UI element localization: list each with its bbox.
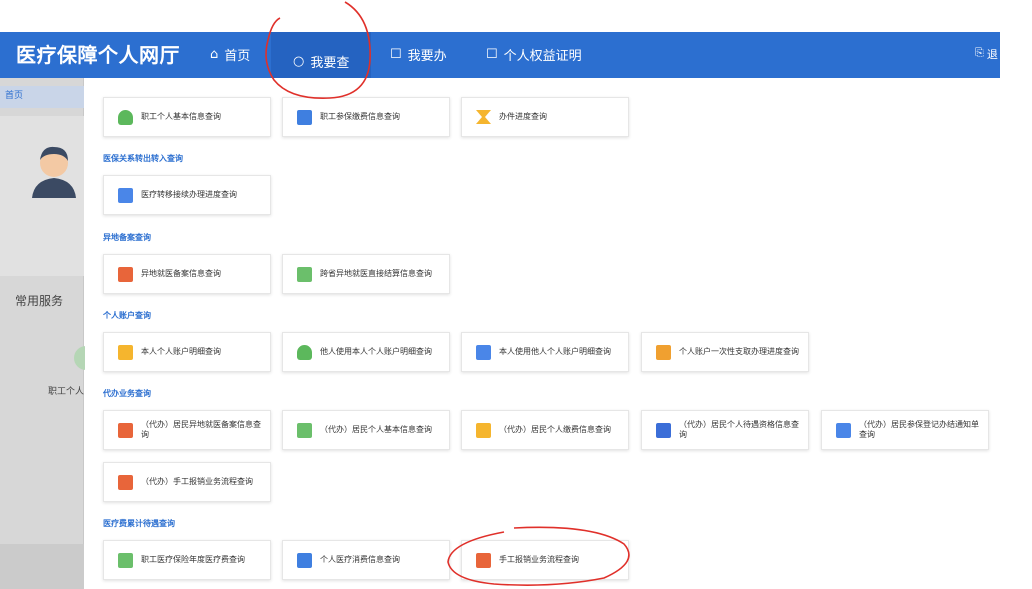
home-icon: ⌂ <box>210 47 219 62</box>
card-label: 办件进度查询 <box>499 112 547 121</box>
card-label: 本人个人账户明细查询 <box>141 347 221 356</box>
hourglass-icon <box>476 110 491 124</box>
nav-certificate[interactable]: ☐ 个人权益证明 <box>486 45 582 64</box>
card-label: 职工个人基本信息查询 <box>141 112 221 121</box>
section-title-remote: 异地备案查询 <box>103 233 151 242</box>
nav-handle-label: 我要办 <box>407 49 447 64</box>
card-label: （代办）居民参保登记办结通知单查询 <box>859 420 979 439</box>
nav-query-label: 我要查 <box>310 56 350 71</box>
task-icon: ☐ <box>390 47 402 62</box>
card-agent-payment[interactable]: （代办）居民个人缴费信息查询 <box>461 410 629 450</box>
card-label: （代办）居民个人缴费信息查询 <box>499 425 611 434</box>
card-progress[interactable]: 办件进度查询 <box>461 97 629 137</box>
section-title-medical: 医疗费累计待遇查询 <box>103 519 175 528</box>
transfer-card-icon <box>118 187 133 203</box>
profile-panel <box>0 116 84 276</box>
site-title: 医疗保障个人网厅 <box>16 43 180 67</box>
service-label[interactable]: 职工个人 <box>48 384 84 397</box>
nav-query[interactable]: ○ 我要查 <box>271 32 372 78</box>
card-label: 他人使用本人个人账户明细查询 <box>320 347 432 356</box>
agent-basic-icon <box>297 422 312 438</box>
card-remote-record[interactable]: 异地就医备案信息查询 <box>103 254 271 294</box>
settlement-icon <box>297 266 312 282</box>
card-label: 职工参保缴费信息查询 <box>320 112 400 121</box>
card-cross-province-settlement[interactable]: 跨省异地就医直接结算信息查询 <box>282 254 450 294</box>
card-own-account[interactable]: 本人个人账户明细查询 <box>103 332 271 372</box>
card-label: 跨省异地就医直接结算信息查询 <box>320 269 432 278</box>
avatar <box>32 146 76 198</box>
card-label: （代办）手工报销业务流程查询 <box>141 477 253 486</box>
reimburse-icon <box>476 552 491 568</box>
logout-icon: ⎘ <box>975 46 984 59</box>
search-icon: ○ <box>293 54 305 69</box>
breadcrumb[interactable]: 首页 <box>0 86 84 108</box>
account-others-icon <box>297 344 312 360</box>
section-title-account: 个人账户查询 <box>103 311 151 320</box>
remote-record-icon <box>118 266 133 282</box>
agent-payment-icon <box>476 422 491 438</box>
logout-label: 退 <box>986 48 998 61</box>
card-label: 本人使用他人个人账户明细查询 <box>499 347 611 356</box>
logout-button[interactable]: ⎘ 退 <box>975 46 998 62</box>
left-sidebar: 首页 常用服务 职工个人 <box>0 78 86 589</box>
card-label: 异地就医备案信息查询 <box>141 269 221 278</box>
nav-home[interactable]: ⌂ 首页 <box>210 45 250 64</box>
section-title-agent: 代办业务查询 <box>103 389 151 398</box>
annual-cost-icon <box>118 552 133 568</box>
card-agent-remote[interactable]: （代办）居民异地就医备案信息查询 <box>103 410 271 450</box>
card-others-use-account[interactable]: 他人使用本人个人账户明细查询 <box>282 332 450 372</box>
agent-notice-icon <box>836 422 851 438</box>
card-agent-basic[interactable]: （代办）居民个人基本信息查询 <box>282 410 450 450</box>
card-manual-reimburse[interactable]: 手工报销业务流程查询 <box>461 540 629 580</box>
nav-certificate-label: 个人权益证明 <box>503 49 582 64</box>
agent-reimburse-icon <box>118 474 133 490</box>
agent-remote-icon <box>118 422 133 438</box>
top-navigation-bar: 医疗保障个人网厅 ⌂ 首页 ○ 我要查 ☐ 我要办 ☐ 个人权益证明 ⎘ 退 <box>0 32 1000 78</box>
card-label: 职工医疗保险年度医疗费查询 <box>141 555 245 564</box>
card-annual-medical-cost[interactable]: 职工医疗保险年度医疗费查询 <box>103 540 271 580</box>
query-menu-panel: 职工个人基本信息查询 职工参保缴费信息查询 办件进度查询 医保关系转出转入查询 … <box>85 78 1000 589</box>
section-title-transfer: 医保关系转出转入查询 <box>103 154 183 163</box>
agent-eligibility-icon <box>656 422 671 438</box>
card-label: 手工报销业务流程查询 <box>499 555 579 564</box>
card-agent-notice[interactable]: （代办）居民参保登记办结通知单查询 <box>821 410 989 450</box>
user-info-icon <box>118 109 133 125</box>
consumption-icon <box>297 552 312 568</box>
card-label: 个人账户一次性支取办理进度查询 <box>679 347 799 356</box>
card-basic-info[interactable]: 职工个人基本信息查询 <box>103 97 271 137</box>
card-label: 医疗转移接续办理进度查询 <box>141 190 237 199</box>
certificate-icon: ☐ <box>486 47 498 62</box>
card-label: 个人医疗消费信息查询 <box>320 555 400 564</box>
card-transfer-progress[interactable]: 医疗转移接续办理进度查询 <box>103 175 271 215</box>
account-use-others-icon <box>476 344 491 360</box>
nav-handle[interactable]: ☐ 我要办 <box>390 45 447 64</box>
card-use-others-account[interactable]: 本人使用他人个人账户明细查询 <box>461 332 629 372</box>
card-label: （代办）居民异地就医备案信息查询 <box>141 420 261 439</box>
card-payment-info[interactable]: 职工参保缴费信息查询 <box>282 97 450 137</box>
card-agent-eligibility[interactable]: （代办）居民个人待遇资格信息查询 <box>641 410 809 450</box>
common-services-title: 常用服务 <box>15 294 64 308</box>
card-agent-reimburse[interactable]: （代办）手工报销业务流程查询 <box>103 462 271 502</box>
nav-home-label: 首页 <box>224 49 251 64</box>
payment-card-icon <box>297 109 312 125</box>
card-one-time-withdraw[interactable]: 个人账户一次性支取办理进度查询 <box>641 332 809 372</box>
sidebar-footer <box>0 544 84 589</box>
card-label: （代办）居民个人待遇资格信息查询 <box>679 420 799 439</box>
card-medical-consumption[interactable]: 个人医疗消费信息查询 <box>282 540 450 580</box>
withdraw-icon <box>656 344 671 360</box>
card-label: （代办）居民个人基本信息查询 <box>320 425 432 434</box>
account-user-icon <box>118 344 133 360</box>
